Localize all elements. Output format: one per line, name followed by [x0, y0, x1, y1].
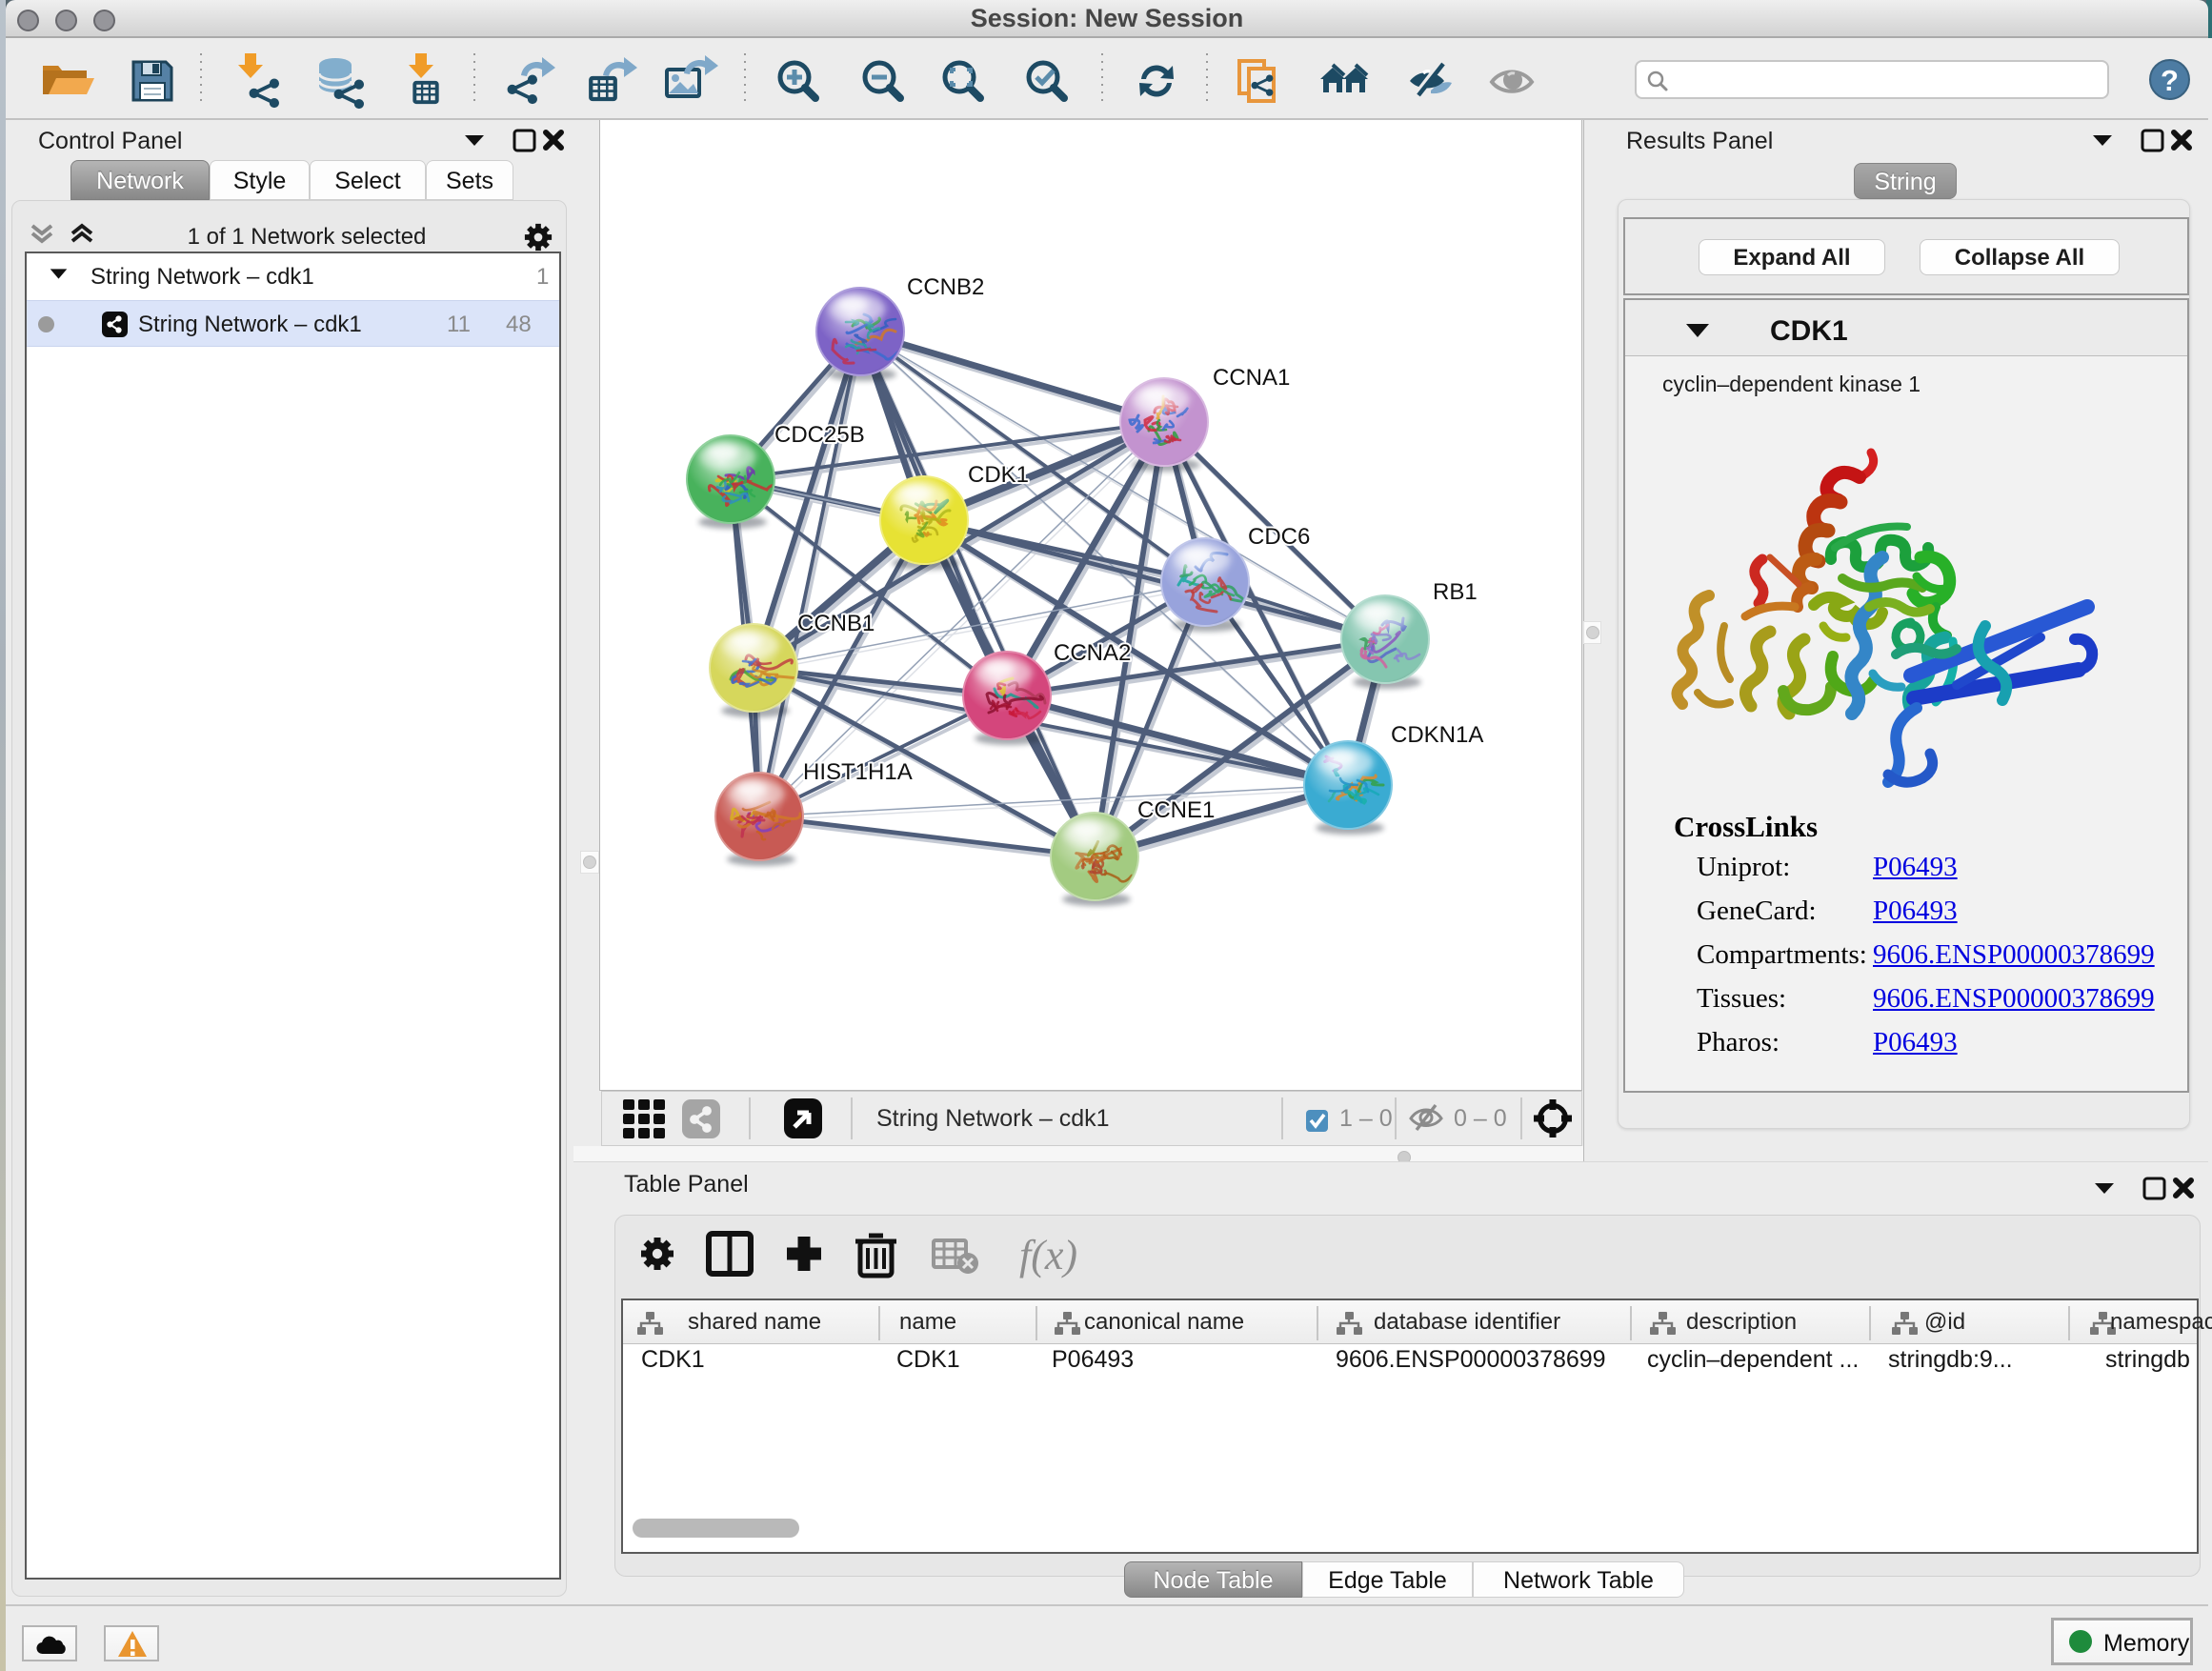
- svg-text:CDC25B: CDC25B: [774, 422, 865, 448]
- svg-text:String Network – cdk1: String Network – cdk1: [876, 1105, 1110, 1132]
- svg-text:RB1: RB1: [1433, 579, 1478, 605]
- svg-text:CCNB1: CCNB1: [797, 611, 875, 636]
- svg-text:HIST1H1A: HIST1H1A: [803, 759, 913, 785]
- svg-text:CDC6: CDC6: [1248, 524, 1310, 550]
- svg-text:CCNB2: CCNB2: [907, 274, 984, 300]
- svg-text:CCNE1: CCNE1: [1137, 797, 1215, 823]
- svg-text:0 – 0: 0 – 0: [1454, 1105, 1507, 1132]
- svg-text:CDK1: CDK1: [968, 462, 1029, 488]
- svg-text:CDKN1A: CDKN1A: [1391, 722, 1483, 748]
- svg-text:f(x): f(x): [1019, 1232, 1077, 1278]
- svg-text:1 – 0: 1 – 0: [1339, 1105, 1393, 1132]
- svg-text:CCNA1: CCNA1: [1213, 365, 1290, 391]
- svg-text:CCNA2: CCNA2: [1054, 640, 1131, 666]
